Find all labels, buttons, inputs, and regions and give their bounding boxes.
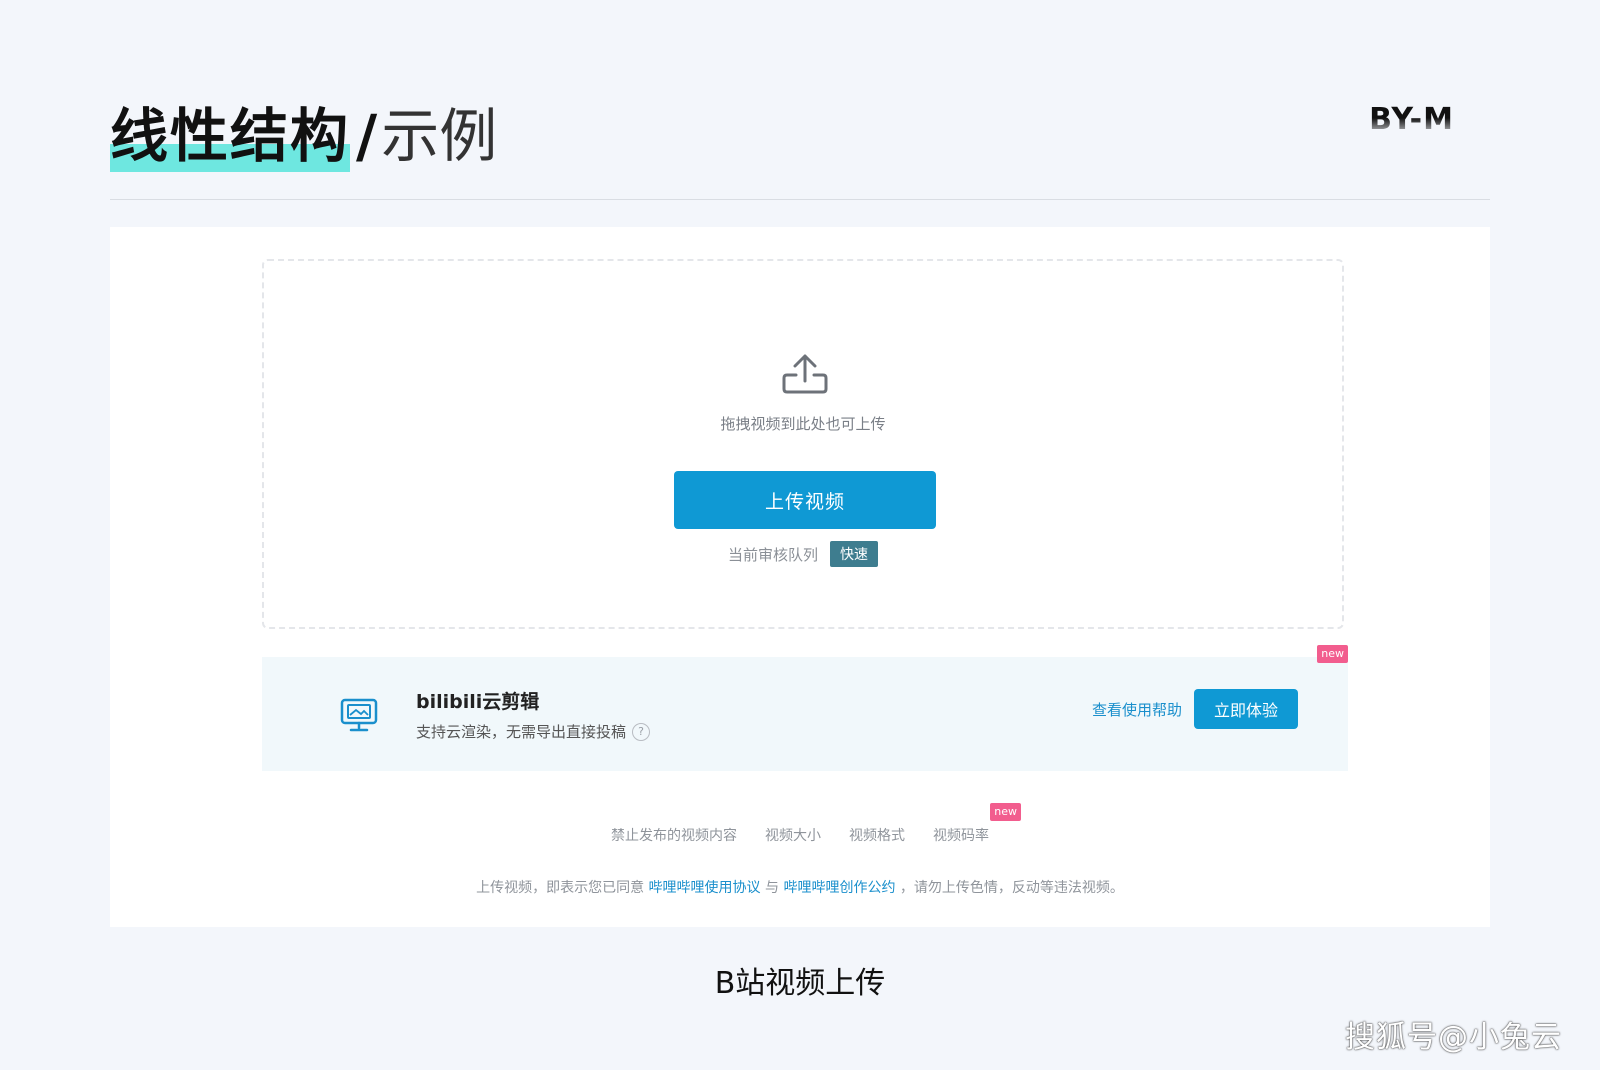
watermark: 搜狐号@小兔云: [1345, 1020, 1562, 1055]
review-queue: 当前审核队列 快速: [264, 541, 1342, 567]
brand-fade: [1330, 118, 1470, 138]
monitor-icon: [340, 698, 378, 732]
upload-rules: 禁止发布的视频内容 视频大小 视频格式 视频码率 new: [110, 803, 1490, 845]
help-link[interactable]: 查看使用帮助: [1092, 699, 1182, 720]
agreement-middle: 与: [765, 880, 779, 896]
title-bold: 线性结构: [110, 100, 351, 172]
drop-hint: 拖拽视频到此处也可上传: [720, 415, 886, 433]
agreement-text: 上传视频，即表示您已同意 哔哩哔哩使用协议 与 哔哩哔哩创作公约 ，请勿上传色情…: [110, 877, 1490, 897]
rule-bitrate-label: 视频码率: [933, 828, 989, 844]
title-light: 示例: [381, 102, 498, 170]
rule-link-prohibited[interactable]: 禁止发布的视频内容: [611, 825, 737, 845]
slide-caption: B站视频上传: [714, 966, 886, 1001]
title-separator: /: [356, 102, 378, 170]
upload-dropzone[interactable]: 拖拽视频到此处也可上传 上传视频 当前审核队列 快速: [262, 259, 1344, 629]
slide-title: 线性结构 / 示例: [110, 100, 497, 172]
rule-link-format[interactable]: 视频格式: [849, 825, 905, 845]
try-now-button[interactable]: 立即体验: [1194, 689, 1298, 729]
new-badge: new: [1317, 645, 1348, 663]
rule-link-bitrate[interactable]: 视频码率 new: [933, 803, 1021, 845]
cloud-editor-subtitle: 支持云渲染，无需导出直接投稿 ?: [416, 721, 651, 742]
new-badge: new: [990, 803, 1021, 821]
cloud-editor-banner: new bilibili云剪辑 支持云渲染，无需导出直接投稿 ? 查看使用帮助 …: [262, 645, 1348, 771]
upload-card: 拖拽视频到此处也可上传 上传视频 当前审核队列 快速 new bilibili云…: [110, 227, 1490, 927]
cloud-editor-title: bilibili云剪辑: [416, 691, 540, 713]
cloud-editor-subtitle-text: 支持云渲染，无需导出直接投稿: [416, 723, 627, 741]
creator-convention-link[interactable]: 哔哩哔哩创作公约: [783, 880, 895, 896]
usage-agreement-link[interactable]: 哔哩哔哩使用协议: [649, 880, 761, 896]
help-icon[interactable]: ?: [632, 722, 651, 741]
queue-tag: 快速: [830, 541, 878, 567]
upload-video-button[interactable]: 上传视频: [674, 471, 936, 529]
agreement-prefix: 上传视频，即表示您已同意: [476, 880, 645, 896]
rule-link-size[interactable]: 视频大小: [765, 825, 821, 845]
slide-header: 线性结构 / 示例 BY-M: [110, 92, 1490, 202]
agreement-suffix: ，请勿上传色情，反动等违法视频。: [899, 880, 1124, 896]
upload-icon: [782, 354, 828, 394]
header-divider: [110, 199, 1490, 200]
queue-label: 当前审核队列: [727, 545, 818, 564]
title-bold-text: 线性结构: [110, 102, 351, 170]
